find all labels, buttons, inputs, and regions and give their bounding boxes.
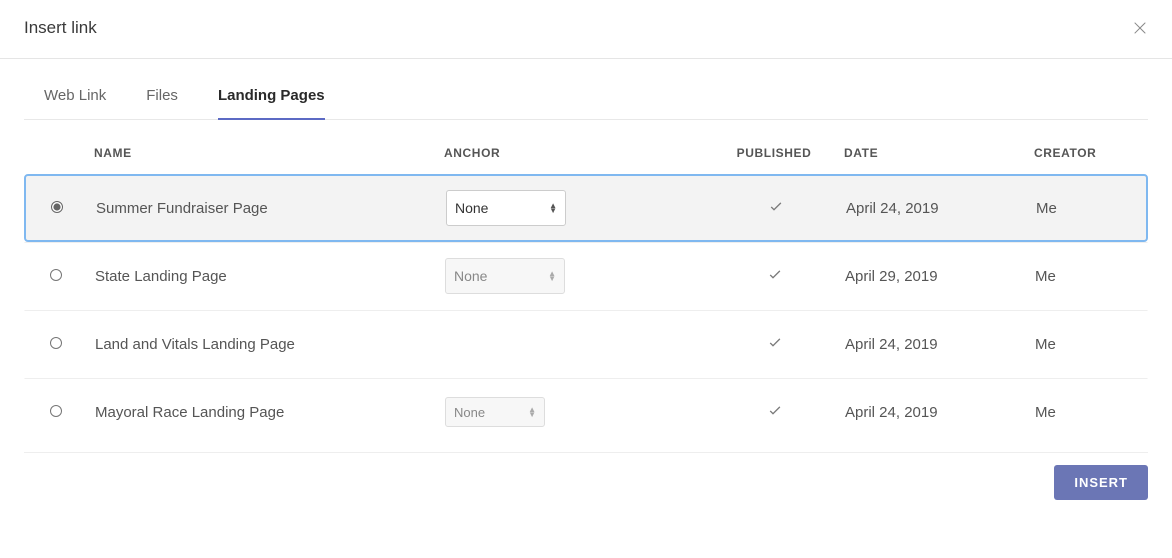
row-name: Summer Fundraiser Page bbox=[96, 200, 446, 217]
table-row[interactable]: Summer Fundraiser Page None ▲▼ April 24, 20… bbox=[24, 174, 1148, 242]
published-cell bbox=[705, 266, 845, 287]
check-icon bbox=[767, 337, 783, 354]
row-date: April 24, 2019 bbox=[846, 200, 1036, 217]
select-arrows-icon: ▲▼ bbox=[528, 407, 536, 417]
row-creator: Me bbox=[1035, 404, 1155, 421]
col-published: Published bbox=[704, 146, 844, 160]
tab-web-link[interactable]: Web Link bbox=[44, 87, 106, 120]
row-date: April 29, 2019 bbox=[845, 268, 1035, 285]
table-row[interactable]: Land and Vitals Landing Page April 24, 20… bbox=[24, 310, 1148, 378]
row-name: Land and Vitals Landing Page bbox=[95, 336, 445, 353]
anchor-select-value: None bbox=[455, 200, 488, 216]
row-radio[interactable] bbox=[50, 405, 62, 417]
row-radio[interactable] bbox=[51, 201, 63, 213]
radio-cell bbox=[26, 198, 96, 218]
anchor-cell: None ▲▼ bbox=[445, 397, 705, 427]
anchor-select[interactable]: None ▲▼ bbox=[446, 190, 566, 226]
radio-cell bbox=[25, 402, 95, 422]
col-anchor: Anchor bbox=[444, 146, 704, 160]
check-icon bbox=[768, 201, 784, 218]
check-icon bbox=[767, 405, 783, 422]
modal-body: Web Link Files Landing Pages Name Anchor… bbox=[0, 59, 1172, 524]
row-name: Mayoral Race Landing Page bbox=[95, 404, 445, 421]
table-row[interactable]: Mayoral Race Landing Page None ▲▼ April 24,… bbox=[24, 378, 1148, 446]
published-cell bbox=[705, 402, 845, 423]
table-row[interactable]: State Landing PageNone▲▼April 29, 2019Me bbox=[24, 242, 1148, 310]
row-creator: Me bbox=[1036, 200, 1156, 217]
row-creator: Me bbox=[1035, 336, 1155, 353]
published-cell bbox=[706, 198, 846, 219]
modal-footer: INSERT bbox=[24, 452, 1148, 500]
row-radio[interactable] bbox=[50, 337, 62, 349]
row-date: April 24, 2019 bbox=[845, 404, 1035, 421]
radio-cell bbox=[25, 266, 95, 286]
select-arrows-icon: ▲▼ bbox=[548, 271, 556, 281]
col-name: Name bbox=[94, 146, 444, 160]
table-header-row: Name Anchor Published Date Creator bbox=[24, 132, 1148, 174]
anchor-select[interactable]: None ▲▼ bbox=[445, 397, 545, 427]
insert-button[interactable]: INSERT bbox=[1054, 465, 1148, 500]
radio-cell bbox=[25, 334, 95, 354]
insert-link-modal: Insert link Web Link Files Landing Pages… bbox=[0, 0, 1172, 524]
tab-landing-pages[interactable]: Landing Pages bbox=[218, 87, 325, 120]
row-creator: Me bbox=[1035, 268, 1155, 285]
anchor-select-value: None bbox=[454, 405, 485, 420]
row-date: April 24, 2019 bbox=[845, 336, 1035, 353]
tab-files[interactable]: Files bbox=[146, 87, 178, 120]
modal-header: Insert link bbox=[0, 0, 1172, 59]
col-creator: Creator bbox=[1034, 146, 1154, 160]
check-icon bbox=[767, 269, 783, 286]
row-name: State Landing Page bbox=[95, 268, 445, 285]
anchor-cell: None ▲▼ bbox=[446, 190, 706, 226]
modal-title: Insert link bbox=[24, 18, 97, 38]
close-icon[interactable] bbox=[1132, 20, 1148, 36]
anchor-select[interactable]: None ▲▼ bbox=[445, 258, 565, 294]
published-cell bbox=[705, 334, 845, 355]
tabs: Web Link Files Landing Pages bbox=[24, 59, 1148, 120]
select-arrows-icon: ▲▼ bbox=[549, 203, 557, 213]
anchor-select-value: None bbox=[454, 268, 487, 284]
col-date: Date bbox=[844, 146, 1034, 160]
row-radio[interactable] bbox=[50, 269, 62, 281]
landing-pages-table: Name Anchor Published Date Creator Summe… bbox=[24, 132, 1148, 446]
anchor-cell: None ▲▼ bbox=[445, 258, 705, 294]
